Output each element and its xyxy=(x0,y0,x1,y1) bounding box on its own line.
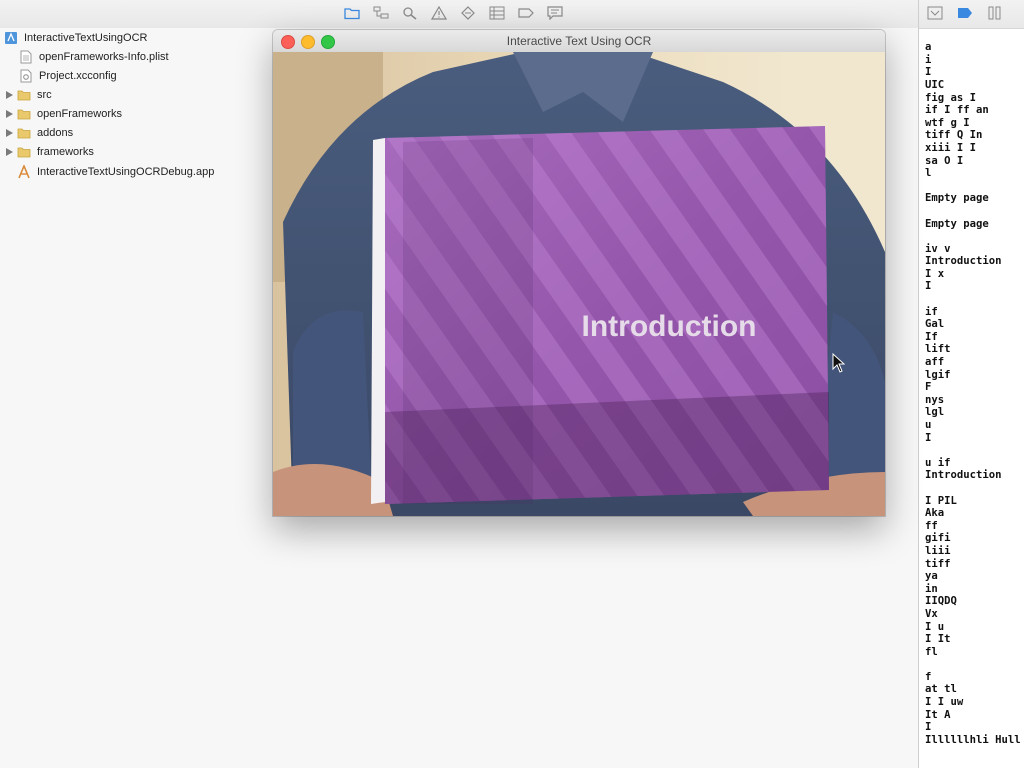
tree-item-openframeworks[interactable]: openFrameworks xyxy=(4,104,122,123)
project-root-item[interactable]: InteractiveTextUsingOCR xyxy=(4,28,148,47)
plist-icon xyxy=(19,50,33,64)
tag-icon[interactable] xyxy=(516,5,535,21)
tree-item-debug-app[interactable]: InteractiveTextUsingOCRDebug.app xyxy=(17,162,214,181)
tree-item-frameworks[interactable]: frameworks xyxy=(4,142,94,161)
tree-item-label: InteractiveTextUsingOCRDebug.app xyxy=(37,165,215,178)
console-output-area[interactable]: yn Q I a i I UIC fig as I if I ff an wtf… xyxy=(919,28,1024,768)
tree-item-xcconfig[interactable]: Project.xcconfig xyxy=(19,66,117,85)
disclosure-triangle-icon[interactable] xyxy=(4,90,14,100)
camera-frame-image: Introduction xyxy=(273,52,885,516)
warning-icon[interactable] xyxy=(429,5,448,21)
tree-item-label: src xyxy=(37,88,52,101)
inspector-toolbar xyxy=(919,0,1024,29)
disclosure-triangle-icon[interactable] xyxy=(4,109,14,119)
folder-icon[interactable] xyxy=(342,5,361,21)
window-title: Interactive Text Using OCR xyxy=(506,34,652,48)
tree-item-info-plist[interactable]: openFrameworks-Info.plist xyxy=(19,47,169,66)
window-titlebar[interactable]: Interactive Text Using OCR xyxy=(273,30,885,53)
inbox-icon[interactable] xyxy=(927,6,943,20)
app-window: Interactive Text Using OCR Introduction xyxy=(273,30,885,516)
diamond-icon[interactable] xyxy=(458,5,477,21)
app-icon xyxy=(17,164,31,179)
navigator-selector-bar xyxy=(342,5,564,21)
list-icon[interactable] xyxy=(487,5,506,21)
camera-feed: Introduction xyxy=(273,52,885,516)
tree-item-label: Project.xcconfig xyxy=(39,69,117,82)
console-panel: yn Q I a i I UIC fig as I if I ff an wtf… xyxy=(918,0,1024,768)
tree-item-label: openFrameworks-Info.plist xyxy=(39,50,169,63)
disclosure-triangle-icon[interactable] xyxy=(4,147,14,157)
breakpoint-icon[interactable] xyxy=(957,6,973,20)
folder-icon xyxy=(17,126,31,140)
tree-item-label: openFrameworks xyxy=(37,107,122,120)
config-icon xyxy=(19,69,33,83)
tree-item-src[interactable]: src xyxy=(4,85,52,104)
tree-item-label: frameworks xyxy=(37,145,94,158)
disclosure-triangle-icon[interactable] xyxy=(4,128,14,138)
tree-item-addons[interactable]: addons xyxy=(4,123,73,142)
folder-icon xyxy=(17,145,31,159)
folder-icon xyxy=(17,107,31,121)
navigator-toolbar xyxy=(0,0,918,29)
mouse-cursor-icon xyxy=(832,353,845,373)
folder-icon xyxy=(17,88,31,102)
tree-item-label: InteractiveTextUsingOCR xyxy=(24,31,148,44)
search-icon[interactable] xyxy=(400,5,419,21)
split-view-icon[interactable] xyxy=(987,6,1003,20)
ocr-output-text: yn Q I a i I UIC fig as I if I ff an wtf… xyxy=(925,41,1021,746)
hierarchy-icon[interactable] xyxy=(371,5,390,21)
project-icon xyxy=(4,31,18,45)
tree-item-label: addons xyxy=(37,126,74,139)
comment-icon[interactable] xyxy=(545,5,564,21)
book-title-text: Introduction xyxy=(582,310,757,343)
